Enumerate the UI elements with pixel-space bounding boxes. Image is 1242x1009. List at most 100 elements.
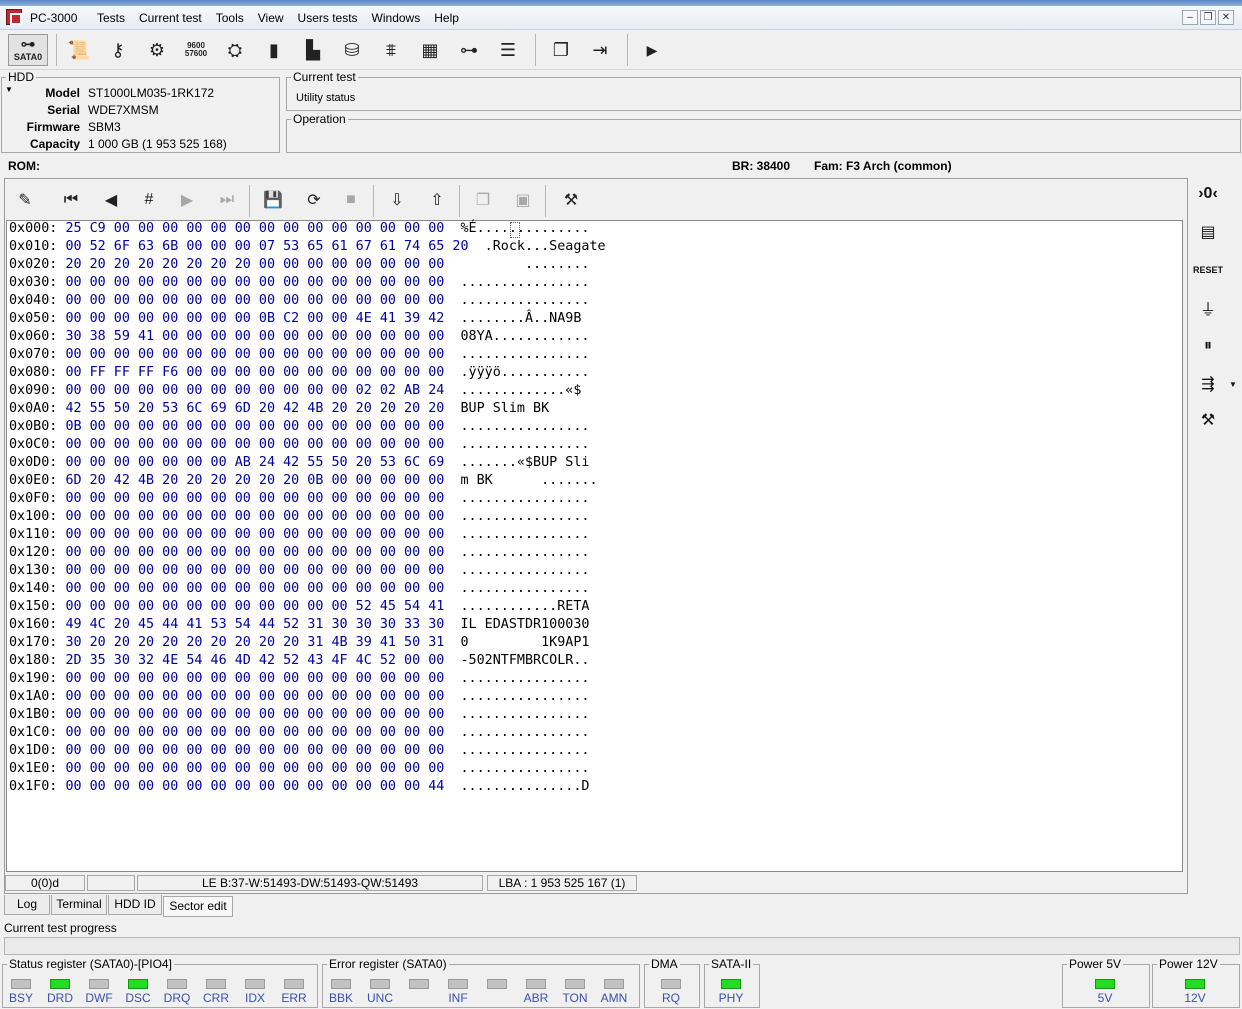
hex-ascii[interactable]: .Rock...Seagate [485,239,606,254]
hex-ascii[interactable]: 08YA............ [460,329,589,344]
hex-row[interactable]: 0x000: 25 C9 00 00 00 00 00 00 00 00 00 … [9,221,589,239]
hex-row[interactable]: 0x190: 00 00 00 00 00 00 00 00 00 00 00 … [9,671,589,689]
hex-bytes[interactable]: 00 00 00 00 00 00 00 00 00 00 00 00 00 0… [65,779,444,794]
hex-row[interactable]: 0x160: 49 4C 20 45 44 41 53 54 44 52 31 … [9,617,589,635]
hex-bytes[interactable]: 00 00 00 00 00 00 00 00 00 00 00 00 00 0… [65,437,444,452]
hex-ascii[interactable]: ................ [460,761,589,776]
hex-row[interactable]: 0x180: 2D 35 30 32 4E 54 46 4D 42 52 43 … [9,653,589,671]
chip-icon[interactable]: ▮ [258,34,290,66]
hex-ascii[interactable]: %É.............. [460,221,589,236]
hex-row[interactable]: 0x1D0: 00 00 00 00 00 00 00 00 00 00 00 … [9,743,589,761]
hex-ascii[interactable]: m BK ....... [460,473,597,488]
hex-bytes[interactable]: 00 52 6F 63 6B 00 00 00 07 53 65 61 67 6… [65,239,468,254]
connector-icon[interactable]: ⇶ [1192,370,1224,398]
board-icon[interactable]: ▤ [1192,218,1224,246]
hex-ascii[interactable]: .......«$BUP Sli [460,455,589,470]
baud-rate-icon[interactable]: 9600 57600 [180,34,212,66]
power-supply-icon[interactable]: ⏚ [1192,294,1224,322]
list-icon[interactable]: ☰ [492,34,524,66]
tab-log[interactable]: Log [4,895,50,915]
hex-bytes[interactable]: 20 20 20 20 20 20 20 20 00 00 00 00 00 0… [65,257,444,272]
hex-bytes[interactable]: 00 00 00 00 00 00 00 00 00 00 00 00 00 0… [65,725,444,740]
hex-ascii[interactable]: ................ [460,527,589,542]
hex-bytes[interactable]: 00 00 00 00 00 00 00 00 00 00 00 00 00 0… [65,743,444,758]
tree-icon[interactable]: ⊶ [453,34,485,66]
hex-ascii[interactable]: ................ [460,743,589,758]
sata-port-button[interactable]: ⊶ SATA0 [8,34,48,66]
minimize-icon[interactable]: – [1182,10,1198,25]
close-icon[interactable]: ✕ [1218,10,1234,25]
hex-bytes[interactable]: 00 00 00 00 00 00 00 00 00 00 00 00 00 0… [65,509,444,524]
hex-bytes[interactable]: 49 4C 20 45 44 41 53 54 44 52 31 30 30 3… [65,617,444,632]
hex-row[interactable]: 0x0D0: 00 00 00 00 00 00 00 AB 24 42 55 … [9,455,589,473]
tab-terminal[interactable]: Terminal [51,895,107,915]
hex-row[interactable]: 0x120: 00 00 00 00 00 00 00 00 00 00 00 … [9,545,589,563]
hex-ascii[interactable]: ................ [460,563,589,578]
windows-icon[interactable]: ❐ [545,34,577,66]
hex-bytes[interactable]: 00 FF FF FF F6 00 00 00 00 00 00 00 00 0… [65,365,444,380]
menu-tests[interactable]: Tests [90,11,132,25]
hex-ascii[interactable]: ................ [460,671,589,686]
hex-row[interactable]: 0x0F0: 00 00 00 00 00 00 00 00 00 00 00 … [9,491,589,509]
hex-row[interactable]: 0x0A0: 42 55 50 20 53 6C 69 6D 20 42 4B … [9,401,549,419]
hex-ascii[interactable]: ................ [460,437,589,452]
hex-bytes[interactable]: 00 00 00 00 00 00 00 00 00 00 00 00 00 0… [65,527,444,542]
hex-bytes[interactable]: 00 00 00 00 00 00 00 00 00 00 00 00 02 0… [65,383,444,398]
load-file-icon[interactable]: ⇩ [383,185,411,215]
hex-bytes[interactable]: 30 38 59 41 00 00 00 00 00 00 00 00 00 0… [65,329,444,344]
hex-bytes[interactable]: 00 00 00 00 00 00 00 00 00 00 00 00 00 0… [65,581,444,596]
hex-ascii[interactable]: ...............D [460,779,589,794]
hex-row[interactable]: 0x150: 00 00 00 00 00 00 00 00 00 00 00 … [9,599,589,617]
hex-view[interactable]: 0x000: 25 C9 00 00 00 00 00 00 00 00 00 … [6,220,1183,872]
board-icon[interactable]: ▙ [297,34,329,66]
hex-row[interactable]: 0x0E0: 6D 20 42 4B 20 20 20 20 20 20 0B … [9,473,598,491]
hex-ascii[interactable]: ................ [460,275,589,290]
hex-row[interactable]: 0x110: 00 00 00 00 00 00 00 00 00 00 00 … [9,527,589,545]
edit-mode-icon[interactable]: ✎ [11,185,39,215]
hex-bytes[interactable]: 00 00 00 00 00 00 00 00 00 00 00 00 00 0… [65,545,444,560]
hex-row[interactable]: 0x050: 00 00 00 00 00 00 00 00 0B C2 00 … [9,311,581,329]
disk-icon[interactable]: ⛁ [336,34,368,66]
hex-row[interactable]: 0x130: 00 00 00 00 00 00 00 00 00 00 00 … [9,563,589,581]
hex-bytes[interactable]: 00 00 00 00 00 00 00 00 00 00 00 00 00 0… [65,761,444,776]
paste-icon[interactable]: ▣ [509,185,537,215]
hex-ascii[interactable]: ............RETA [460,599,589,614]
hex-ascii[interactable]: ........ [460,257,590,272]
hex-row[interactable]: 0x1E0: 00 00 00 00 00 00 00 00 00 00 00 … [9,761,589,779]
hex-row[interactable]: 0x1B0: 00 00 00 00 00 00 00 00 00 00 00 … [9,707,589,725]
hex-bytes[interactable]: 00 00 00 00 00 00 00 00 0B C2 00 00 4E 4… [65,311,444,326]
hex-bytes[interactable]: 00 00 00 00 00 00 00 00 00 00 00 00 00 0… [65,707,444,722]
hex-ascii[interactable]: ................ [460,689,589,704]
prev-sector-icon[interactable]: ◀ [97,185,125,215]
dropdown-arrow-icon[interactable]: ▼ [1226,370,1240,398]
hex-row[interactable]: 0x080: 00 FF FF FF F6 00 00 00 00 00 00 … [9,365,589,383]
hex-ascii[interactable]: .ÿÿÿö........... [460,365,589,380]
hex-row[interactable]: 0x010: 00 52 6F 63 6B 00 00 00 07 53 65 … [9,239,606,257]
hex-row[interactable]: 0x0C0: 00 00 00 00 00 00 00 00 00 00 00 … [9,437,589,455]
tab-sector-edit[interactable]: Sector edit [163,896,233,917]
more-arrow-icon[interactable]: ▶ [636,34,668,66]
menu-view[interactable]: View [251,11,291,25]
first-sector-icon[interactable]: ⏮ [57,185,85,215]
hex-bytes[interactable]: 00 00 00 00 00 00 00 00 00 00 00 00 00 0… [65,293,444,308]
app-icon[interactable] [6,9,22,25]
hex-row[interactable]: 0x040: 00 00 00 00 00 00 00 00 00 00 00 … [9,293,589,311]
hex-bytes[interactable]: 0B 00 00 00 00 00 00 00 00 00 00 00 00 0… [65,419,444,434]
hex-row[interactable]: 0x1C0: 00 00 00 00 00 00 00 00 00 00 00 … [9,725,589,743]
hex-ascii[interactable]: ................ [460,545,589,560]
hex-row[interactable]: 0x060: 30 38 59 41 00 00 00 00 00 00 00 … [9,329,589,347]
refresh-icon[interactable]: ⟳ [300,185,328,215]
menu-users-tests[interactable]: Users tests [291,11,365,25]
hex-bytes[interactable]: 2D 35 30 32 4E 54 46 4D 42 52 43 4F 4C 5… [65,653,444,668]
menu-help[interactable]: Help [427,11,466,25]
hex-ascii[interactable]: BUP Slim BK [460,401,549,416]
hex-row[interactable]: 0x140: 00 00 00 00 00 00 00 00 00 00 00 … [9,581,589,599]
copy-icon[interactable]: ❐ [469,185,497,215]
hex-ascii[interactable]: ........Â..NA9B [460,311,581,326]
menu-current-test[interactable]: Current test [132,11,209,25]
save-icon[interactable]: 💾 [259,185,287,215]
hex-bytes[interactable]: 00 00 00 00 00 00 00 00 00 00 00 00 00 0… [65,671,444,686]
hex-ascii[interactable]: 0 1K9AP1 [460,635,589,650]
hex-row[interactable]: 0x020: 20 20 20 20 20 20 20 20 00 00 00 … [9,257,589,275]
restore-icon[interactable]: ❐ [1200,10,1216,25]
